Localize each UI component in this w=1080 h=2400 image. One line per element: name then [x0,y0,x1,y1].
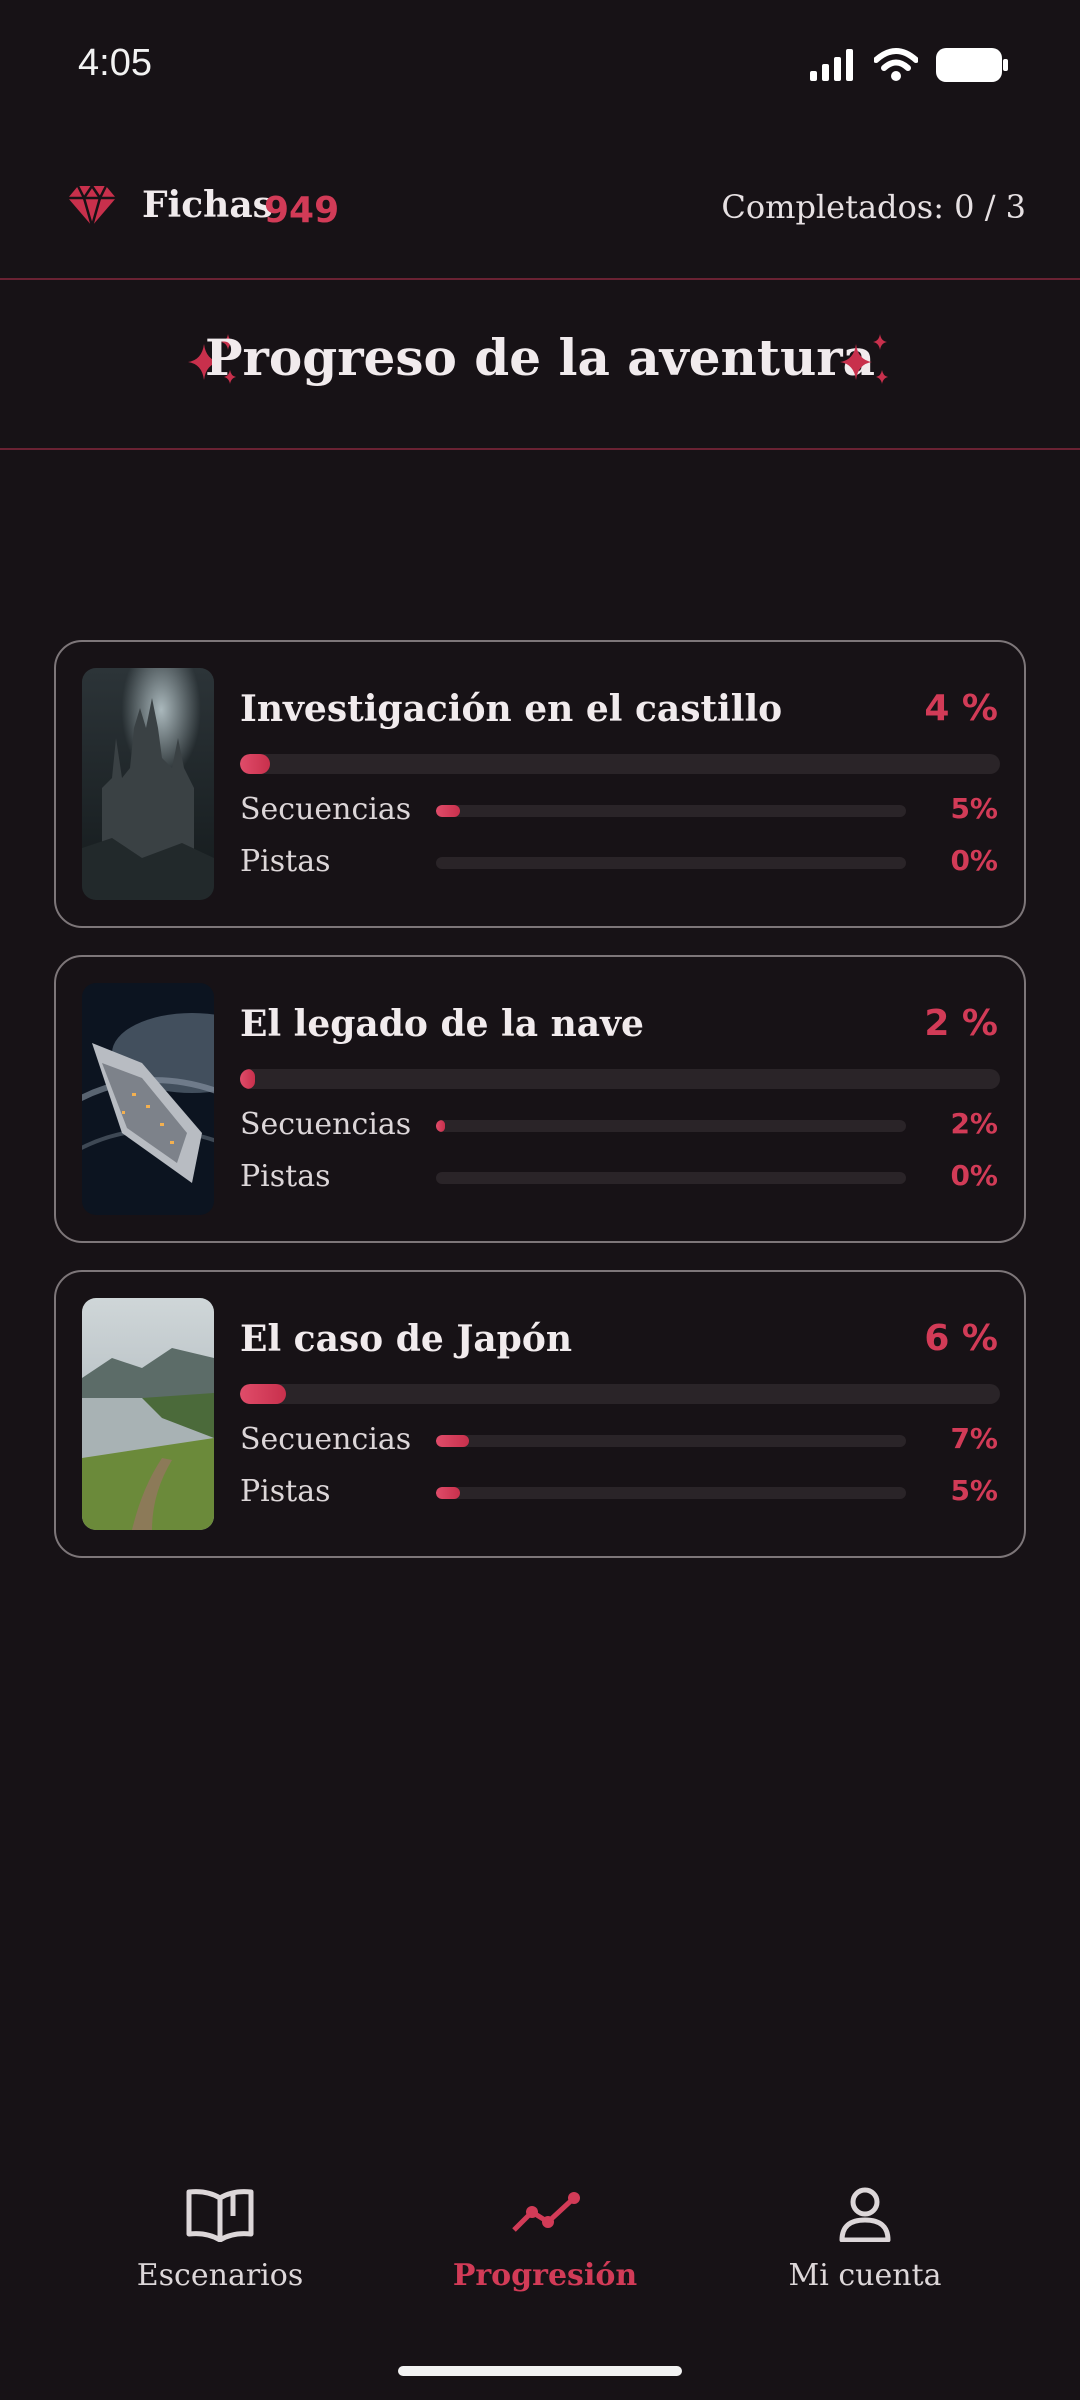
sequences-bar [436,1435,906,1447]
tokens-label: Fichas [142,184,273,226]
signal-icon [810,49,853,81]
progress-fill [240,1069,256,1089]
scenario-title: Investigación en el castillo [240,688,783,730]
scenario-thumbnail-japan [82,1298,214,1530]
progress-fill [436,1120,446,1132]
sequences-label: Secuencias [240,1422,412,1457]
tokens-value: 949 [264,190,340,231]
page-title: Progreso de la aventura [204,328,876,387]
nav-scenarios-label: Escenarios [136,2258,304,2293]
scenario-thumbnail-castle [82,668,214,900]
sequences-label: Secuencias [240,792,412,827]
clues-bar [436,1487,906,1499]
progress-fill [240,754,271,774]
scenario-progress: 4 % [924,688,998,729]
sparkle-icon [840,334,888,384]
nav-account-label: Mi cuenta [788,2258,942,2293]
scenario-card[interactable]: El legado de la nave 2 % Secuencias 2% P… [54,955,1026,1243]
status-bar: 4:05 [0,0,1080,130]
sequences-percent: 2% [950,1107,998,1140]
clues-bar [436,1172,906,1184]
bottom-nav: Escenarios Progresión Mi cuenta [0,2150,1080,2350]
nav-scenarios[interactable]: Escenarios [100,2186,340,2293]
nav-progression-label: Progresión [452,2258,638,2293]
progress-fill [436,805,460,817]
user-icon [839,2187,891,2242]
clues-label: Pistas [240,844,331,879]
scenario-progress: 6 % [924,1318,998,1359]
clues-bar [436,857,906,869]
nav-account[interactable]: Mi cuenta [745,2186,985,2293]
sequences-percent: 7% [950,1422,998,1455]
sequences-bar [436,1120,906,1132]
sequences-label: Secuencias [240,1107,412,1142]
clues-label: Pistas [240,1159,331,1194]
home-indicator[interactable] [398,2366,682,2376]
scenario-card[interactable]: El caso de Japón 6 % Secuencias 7% Pista… [54,1270,1026,1558]
status-icons [810,48,1008,82]
clues-label: Pistas [240,1474,331,1509]
scenario-title: El caso de Japón [240,1318,573,1360]
battery-icon [936,48,1008,82]
scenario-progress-bar [240,1069,1000,1089]
gem-icon [68,183,116,231]
sequences-bar [436,805,906,817]
progress-fill [436,1435,469,1447]
nav-progression[interactable]: Progresión [425,2186,665,2293]
clues-percent: 0% [950,1159,998,1192]
tokens-header: Fichas 949 Completados: 0 / 3 [0,150,1080,280]
progress-fill [436,1487,460,1499]
open-book-icon [186,2189,254,2242]
scenario-progress-bar [240,1384,1000,1404]
sequences-percent: 5% [950,792,998,825]
scenario-progress-bar [240,754,1000,774]
clues-percent: 5% [950,1474,998,1507]
completed-counter: Completados: 0 / 3 [721,188,1026,226]
wifi-icon [874,48,918,81]
scenario-title: El legado de la nave [240,1003,644,1045]
progress-fill [240,1384,286,1404]
clues-percent: 0% [950,844,998,877]
scenario-card[interactable]: Investigación en el castillo 4 % Secuenc… [54,640,1026,928]
status-time: 4:05 [78,42,152,84]
title-band: Progreso de la aventura [0,280,1080,450]
trend-line-icon [512,2192,580,2232]
scenario-progress: 2 % [924,1003,998,1044]
scenario-thumbnail-ship [82,983,214,1215]
